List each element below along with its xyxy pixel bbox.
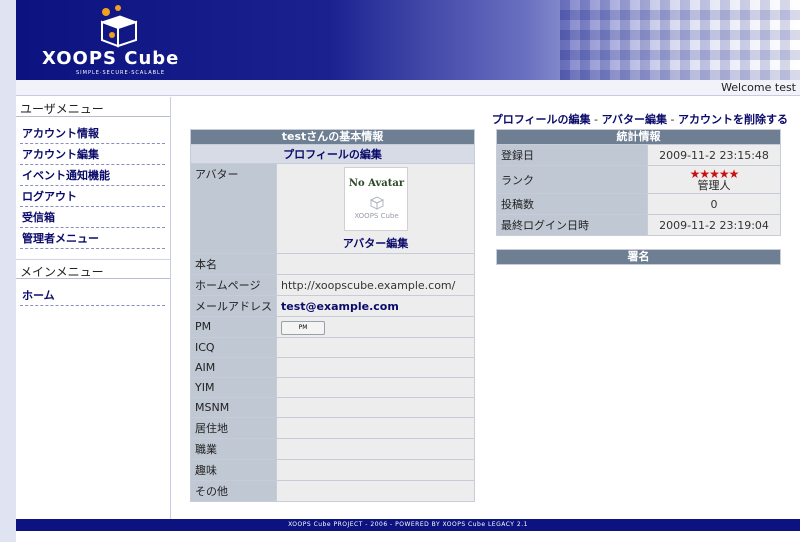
welcome-bar: Welcome test (16, 80, 800, 96)
stat-label: 登録日 (497, 145, 647, 165)
homepage-value[interactable]: http://xoopscube.example.com/ (277, 275, 474, 295)
profile-title: testさんの基本情報 (191, 130, 474, 144)
rank-name: 管理人 (697, 179, 731, 192)
stat-label: ランク (497, 166, 647, 193)
field-label: PM (191, 317, 276, 337)
menu-item-admin-menu[interactable]: 管理者メニュー (20, 228, 165, 249)
field-label: 本名 (191, 254, 276, 274)
profile-edit-link[interactable]: プロフィールの編集 (191, 145, 474, 163)
welcome-text: Welcome test (721, 81, 796, 94)
pm-button[interactable]: PM (281, 320, 325, 335)
field-label: ホームページ (191, 275, 276, 295)
field-label: ICQ (191, 337, 276, 357)
avatar-brand-text: XOOPS Cube (354, 212, 399, 220)
stats-title: 統計情報 (497, 130, 780, 144)
signature-title: 署名 (497, 250, 780, 264)
field-label: YIM (191, 377, 276, 397)
header-pixel-pattern (560, 0, 800, 80)
menu-item-logout[interactable]: ログアウト (20, 186, 165, 207)
stat-label: 投稿数 (497, 194, 647, 214)
main-menu: ホーム (16, 279, 170, 312)
avatar-image: No Avatar XOOPS Cube (343, 167, 408, 231)
field-label: 職業 (191, 438, 276, 459)
logo-tagline: SIMPLE·SECURE·SCALABLE (76, 70, 165, 76)
menu-item-notifications[interactable]: イベント通知機能 (20, 165, 165, 186)
site-logo[interactable]: XOOPS Cube SIMPLE·SECURE·SCALABLE (28, 4, 188, 76)
stat-label: 最終ログイン日時 (497, 215, 647, 235)
avatar-edit-link[interactable]: アバター編集 (281, 235, 470, 251)
logo-text: XOOPS Cube (42, 48, 180, 69)
sidebar: ユーザメニュー アカウント情報 アカウント編集 イベント通知機能 ログアウト 受… (16, 97, 171, 519)
profile-table: testさんの基本情報 プロフィールの編集 アバター No Avatar XOO… (190, 129, 475, 502)
field-value (277, 377, 474, 397)
user-menu: アカウント情報 アカウント編集 イベント通知機能 ログアウト 受信箱 管理者メニ… (16, 117, 170, 255)
site-footer: XOOPS Cube PROJECT - 2006 - POWERED BY X… (16, 519, 800, 531)
field-label: 趣味 (191, 459, 276, 480)
pm-cell: PM (277, 317, 474, 337)
footer-text: XOOPS Cube PROJECT - 2006 - POWERED BY X… (288, 521, 528, 528)
menu-item-home[interactable]: ホーム (20, 285, 165, 306)
menu-item-account-edit[interactable]: アカウント編集 (20, 144, 165, 165)
field-label: MSNM (191, 397, 276, 417)
field-label: メールアドレス (191, 296, 276, 316)
stat-value: 2009-11-2 23:15:48 (648, 145, 780, 165)
avatar-label: アバター (191, 164, 276, 253)
signature-table: 署名 (496, 249, 781, 265)
avatar-cell: No Avatar XOOPS Cube アバター編集 (277, 164, 474, 253)
email-value[interactable]: test@example.com (277, 296, 474, 316)
cube-logo-icon (100, 5, 138, 48)
avatar-cube-icon (369, 196, 384, 210)
no-avatar-text: No Avatar (348, 178, 405, 189)
field-label: AIM (191, 357, 276, 377)
delete-account-link[interactable]: アカウントを削除する (678, 113, 788, 126)
menu-item-inbox[interactable]: 受信箱 (20, 207, 165, 228)
link-separator: - (590, 113, 602, 126)
field-value (277, 438, 474, 459)
main-content: プロフィールの編集 - アバター編集 - アカウントを削除する testさんの基… (176, 97, 798, 519)
field-value (277, 459, 474, 480)
edit-avatar-link[interactable]: アバター編集 (601, 113, 667, 126)
menu-item-account-info[interactable]: アカウント情報 (20, 123, 165, 144)
link-separator: - (667, 113, 678, 126)
page-frame: XOOPS Cube SIMPLE·SECURE·SCALABLE Welcom… (16, 0, 800, 542)
field-value (277, 480, 474, 501)
field-label: 居住地 (191, 417, 276, 438)
field-label: その他 (191, 480, 276, 501)
field-value (277, 337, 474, 357)
field-value (277, 397, 474, 417)
profile-action-links: プロフィールの編集 - アバター編集 - アカウントを削除する (492, 111, 788, 127)
stat-value: 0 (648, 194, 780, 214)
user-menu-title: ユーザメニュー (16, 97, 170, 117)
site-header: XOOPS Cube SIMPLE·SECURE·SCALABLE (16, 0, 800, 80)
edit-profile-link[interactable]: プロフィールの編集 (492, 113, 591, 126)
stats-table: 統計情報 登録日 2009-11-2 23:15:48 ランク ★★★★★ 管理… (496, 129, 781, 236)
main-menu-title: メインメニュー (16, 259, 170, 279)
stat-value: 2009-11-2 23:19:04 (648, 215, 780, 235)
field-value (277, 254, 474, 274)
rank-cell: ★★★★★ 管理人 (648, 166, 780, 193)
field-value (277, 357, 474, 377)
field-value (277, 417, 474, 438)
